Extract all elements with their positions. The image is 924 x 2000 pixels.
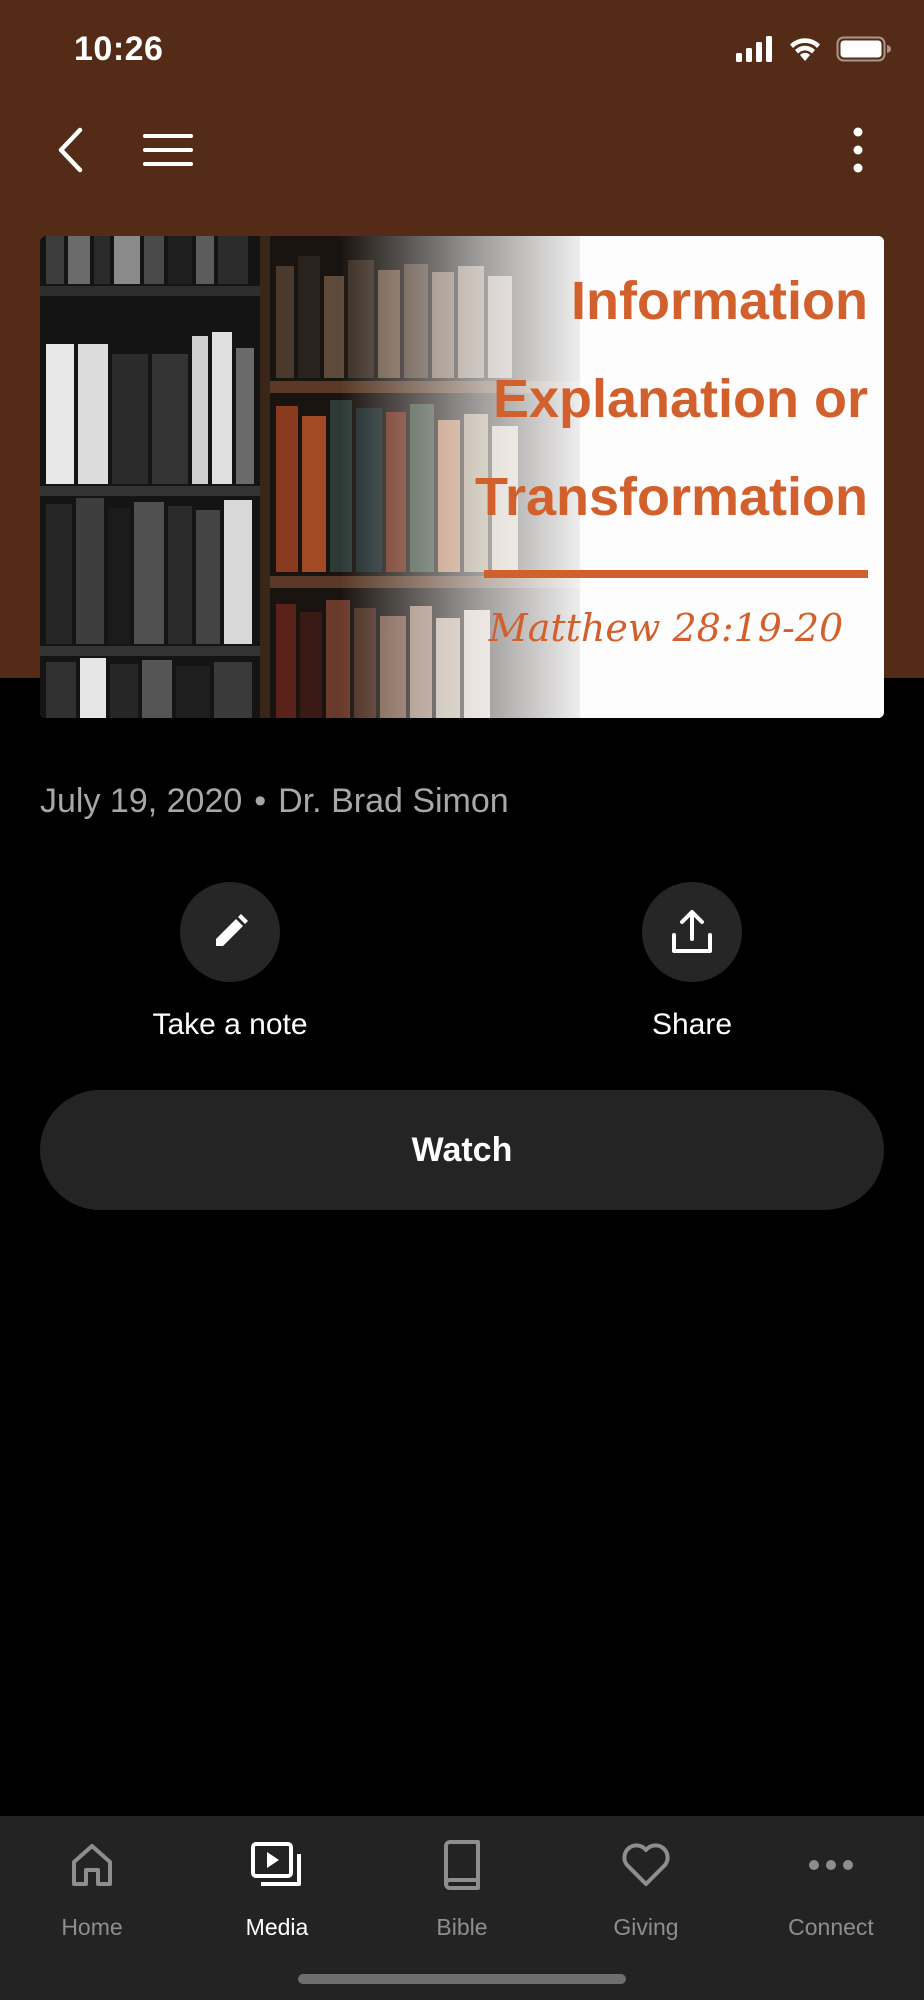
hamburger-icon	[143, 134, 193, 166]
navigation-bar	[0, 108, 924, 188]
book-icon	[444, 1840, 480, 1890]
tab-media-label: Media	[245, 1914, 309, 1940]
battery-icon	[836, 36, 891, 62]
take-note-circle[interactable]	[180, 882, 280, 982]
wifi-icon	[790, 38, 820, 61]
share-button[interactable]: Share	[572, 882, 812, 1042]
tab-home-label: Home	[61, 1914, 123, 1940]
status-bar: 10:26	[0, 0, 924, 100]
status-icons	[736, 36, 892, 62]
sermon-artwork: Information Explanation or Transformatio…	[40, 236, 884, 718]
tab-bible-label: Bible	[436, 1914, 488, 1940]
scripture-reference: Matthew 28:19-20	[488, 606, 844, 650]
tab-bible[interactable]: Bible	[382, 1834, 542, 1941]
more-icon	[809, 1860, 853, 1870]
hero-title-line-3: Transformation	[474, 467, 868, 527]
home-indicator	[298, 1974, 626, 1984]
sermon-speaker: Dr. Brad Simon	[278, 782, 509, 820]
tab-connect[interactable]: Connect	[751, 1834, 911, 1941]
status-time: 10:26	[74, 30, 164, 68]
vertical-dots-icon	[853, 127, 863, 173]
tab-home[interactable]: Home	[12, 1834, 172, 1941]
sermon-date: July 19, 2020	[40, 782, 243, 820]
tab-bar: Home Media Bible Giving Connect	[0, 1816, 924, 2000]
meta-separator: •	[254, 782, 267, 820]
hero-title-line-1: Information	[571, 271, 868, 331]
sermon-meta: July 19, 2020 • Dr. Brad Simon	[40, 782, 509, 821]
watch-button[interactable]: Watch	[40, 1090, 884, 1210]
tab-connect-label: Connect	[788, 1914, 874, 1940]
tab-giving[interactable]: Giving	[566, 1834, 726, 1941]
share-icon	[672, 910, 712, 953]
share-label: Share	[651, 1008, 733, 1041]
media-icon	[251, 1842, 301, 1886]
menu-button[interactable]	[138, 122, 198, 178]
back-button[interactable]	[46, 122, 96, 178]
take-note-button[interactable]: Take a note	[110, 882, 350, 1042]
chevron-left-icon	[58, 127, 83, 173]
tab-giving-label: Giving	[613, 1914, 679, 1940]
pencil-icon	[216, 914, 248, 946]
more-options-button[interactable]	[838, 122, 878, 178]
tab-media[interactable]: Media	[197, 1834, 357, 1941]
take-note-label: Take a note	[152, 1008, 308, 1041]
cellular-signal-icon	[736, 36, 772, 62]
hero-title-line-2: Explanation or	[492, 369, 868, 429]
heart-icon	[622, 1843, 670, 1886]
home-icon	[72, 1844, 112, 1886]
hero-divider	[484, 570, 868, 578]
share-circle[interactable]	[642, 882, 742, 982]
